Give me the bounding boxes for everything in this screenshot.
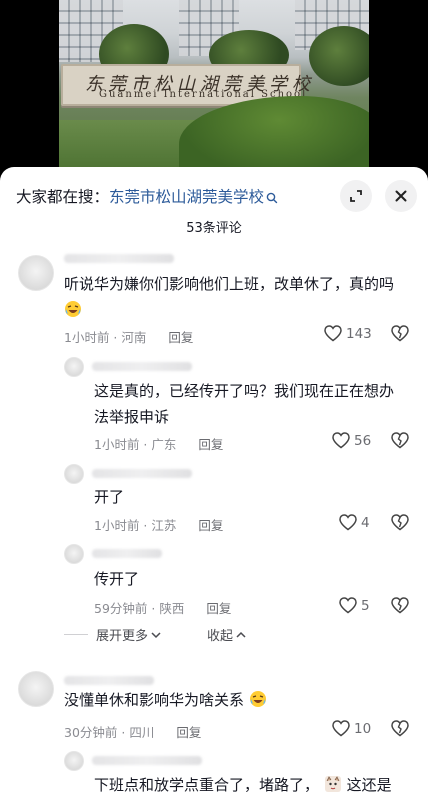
dislike-button[interactable] [391, 720, 409, 738]
broken-heart-icon [391, 720, 409, 737]
username-blurred[interactable] [64, 254, 174, 263]
comment-meta: 1小时前 · 河南 回复 [64, 327, 193, 346]
avatar[interactable] [64, 357, 84, 377]
comment-item: 没懂单休和影响华为啥关系 30分钟前 · 四川 回复 10 [0, 667, 428, 747]
close-icon [395, 190, 407, 202]
like-count: 4 [361, 514, 370, 531]
like-count: 10 [354, 720, 372, 737]
username-blurred[interactable] [92, 469, 192, 478]
search-icon [266, 190, 278, 204]
reply-button[interactable]: 回复 [198, 437, 223, 452]
collapse-button[interactable]: 收起 [207, 625, 246, 644]
expand-more-button[interactable]: 展开更多 [96, 625, 161, 644]
trending-search[interactable]: 大家都在搜： 东莞市松山湖莞美学校 [16, 185, 278, 207]
like-button[interactable]: 4 [339, 514, 370, 531]
heart-icon [339, 514, 357, 531]
comment-text: 下班点和放学点重合了，堵路了， 这还是 [94, 775, 392, 794]
reply-item: 这是真的，已经传开了吗？我们现在正在想办 法举报申诉 1小时前 · 广东 回复 … [0, 352, 428, 452]
reply-item: 开了 1小时前 · 江苏 回复 4 [0, 460, 428, 535]
heart-icon [339, 597, 357, 614]
crying-laughing-emoji [249, 690, 267, 708]
expand-button[interactable] [340, 180, 372, 212]
comment-time-location: 1小时前 · 广东 [94, 437, 177, 452]
heart-icon [332, 432, 350, 449]
close-button[interactable] [385, 180, 417, 212]
comment-text: 这是真的，已经传开了吗？我们现在正在想办 法举报申诉 [94, 382, 395, 426]
avatar[interactable] [64, 751, 84, 771]
avatar[interactable] [18, 671, 54, 707]
comment-count: 53条评论 [186, 221, 242, 236]
cat-face-emoji [324, 775, 342, 793]
reply-button[interactable]: 回复 [198, 518, 223, 533]
divider-line [64, 634, 88, 635]
like-count: 5 [361, 597, 370, 614]
comment-text: 开了 [94, 488, 125, 506]
username-blurred[interactable] [92, 756, 202, 765]
search-term-link[interactable]: 东莞市松山湖莞美学校 [109, 185, 264, 207]
comment-meta: 1小时前 · 江苏 回复 [94, 515, 223, 534]
hedge [179, 96, 369, 168]
broken-heart-icon [391, 432, 409, 449]
username-blurred[interactable] [92, 362, 192, 371]
username-blurred[interactable] [64, 676, 154, 685]
heart-icon [332, 720, 350, 737]
broken-heart-icon [391, 514, 409, 531]
comment-meta: 1小时前 · 广东 回复 [94, 434, 223, 453]
comment-meta: 30分钟前 · 四川 回复 [64, 722, 201, 741]
tree [309, 26, 369, 86]
lawn [59, 120, 199, 168]
comment-text: 没懂单休和影响华为啥关系 [64, 687, 414, 713]
avatar[interactable] [64, 464, 84, 484]
broken-heart-icon [391, 325, 409, 342]
reply-button[interactable]: 回复 [206, 601, 231, 616]
school-photo: 东莞市松山湖莞美学校 Guanmei International School [59, 0, 369, 168]
dislike-button[interactable] [391, 432, 409, 450]
like-count: 143 [346, 325, 372, 342]
reply-item: 下班点和放学点重合了，堵路了， 这还是 [0, 747, 428, 807]
reply-item: 传开了 59分钟前 · 陕西 回复 5 [0, 540, 428, 617]
heart-icon [324, 325, 342, 342]
avatar[interactable] [64, 544, 84, 564]
dislike-button[interactable] [391, 514, 409, 532]
reply-button[interactable]: 回复 [176, 725, 201, 740]
chevron-up-icon [236, 631, 246, 638]
avatar[interactable] [18, 255, 54, 291]
chevron-down-icon [151, 631, 161, 638]
crying-laughing-emoji [64, 300, 82, 318]
comment-sheet: 大家都在搜： 东莞市松山湖莞美学校 53条评论 听说华为嫌你们影响他们上班，改单… [0, 167, 428, 807]
replies-toggle-row: 展开更多 收起 [64, 625, 246, 644]
username-blurred[interactable] [92, 549, 162, 558]
dislike-button[interactable] [391, 597, 409, 615]
comment-time-location: 30分钟前 · 四川 [64, 725, 155, 740]
video-player[interactable]: 东莞市松山湖莞美学校 Guanmei International School [0, 0, 428, 168]
reply-button[interactable]: 回复 [168, 330, 193, 345]
like-button[interactable]: 143 [324, 325, 372, 342]
expand-icon [350, 190, 362, 202]
like-count: 56 [354, 432, 372, 449]
like-button[interactable]: 10 [332, 720, 371, 737]
search-prefix: 大家都在搜： [16, 188, 110, 206]
comment-item: 听说华为嫌你们影响他们上班，改单休了，真的吗 1小时前 · 河南 回复 143 [0, 249, 428, 359]
like-button[interactable]: 56 [332, 432, 371, 449]
comment-time-location: 59分钟前 · 陕西 [94, 601, 185, 616]
comment-time-location: 1小时前 · 河南 [64, 330, 147, 345]
comment-text: 听说华为嫌你们影响他们上班，改单休了，真的吗 [64, 271, 414, 323]
comment-time-location: 1小时前 · 江苏 [94, 518, 177, 533]
comment-text: 传开了 [94, 570, 140, 588]
dislike-button[interactable] [391, 325, 409, 343]
like-button[interactable]: 5 [339, 597, 370, 614]
broken-heart-icon [391, 597, 409, 614]
comment-meta: 59分钟前 · 陕西 回复 [94, 598, 231, 617]
